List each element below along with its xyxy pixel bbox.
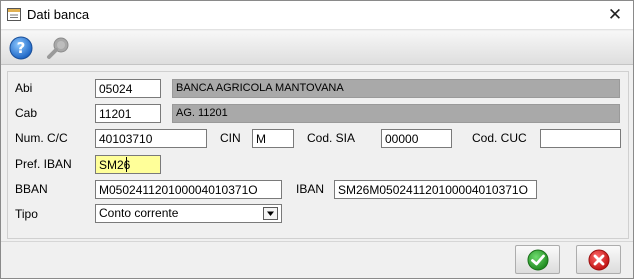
cab-label: Cab — [15, 106, 38, 120]
iban-label: IBAN — [296, 182, 325, 196]
num-cc-input[interactable] — [95, 129, 207, 148]
dialog-window: Dati banca ✕ ? Abi 05024 BANCA AGRICOLA … — [0, 0, 634, 279]
confirm-button[interactable] — [515, 245, 560, 274]
bban-label: BBAN — [15, 182, 48, 196]
cin-input[interactable] — [252, 129, 294, 148]
tipo-selected-value: Conto corrente — [99, 206, 179, 220]
abi-input[interactable] — [95, 79, 161, 98]
cab-input[interactable] — [95, 104, 161, 123]
title-bar: Dati banca ✕ — [1, 1, 633, 30]
close-icon[interactable]: ✕ — [601, 4, 629, 26]
window-icon — [7, 8, 21, 21]
cod-sia-label: Cod. SIA — [307, 131, 356, 145]
chevron-down-icon[interactable] — [263, 207, 278, 220]
tipo-label: Tipo — [15, 207, 38, 221]
cod-sia-input[interactable] — [381, 129, 452, 148]
pref-iban-label: Pref. IBAN — [15, 157, 72, 171]
cod-cuc-input[interactable] — [540, 129, 621, 148]
cod-cuc-label: Cod. CUC — [472, 131, 527, 145]
cin-label: CIN — [220, 131, 241, 145]
help-icon[interactable]: ? — [9, 36, 33, 60]
iban-input[interactable] — [334, 180, 537, 199]
checkmark-icon — [527, 249, 549, 271]
search-icon[interactable] — [45, 35, 71, 61]
tipo-select[interactable]: Conto corrente — [95, 204, 282, 223]
x-circle-icon — [588, 249, 610, 271]
num-cc-label: Num. C/C — [15, 131, 68, 145]
text-cursor — [126, 157, 127, 172]
svg-text:?: ? — [17, 39, 26, 57]
cancel-button[interactable] — [576, 245, 621, 274]
bban-input[interactable] — [95, 180, 282, 199]
abi-description: BANCA AGRICOLA MANTOVANA — [172, 79, 620, 98]
toolbar: ? — [1, 31, 633, 65]
abi-label: Abi — [15, 81, 33, 95]
window-title: Dati banca — [27, 7, 90, 22]
pref-iban-input[interactable] — [95, 155, 161, 174]
cab-description: AG. 11201 — [172, 104, 620, 123]
